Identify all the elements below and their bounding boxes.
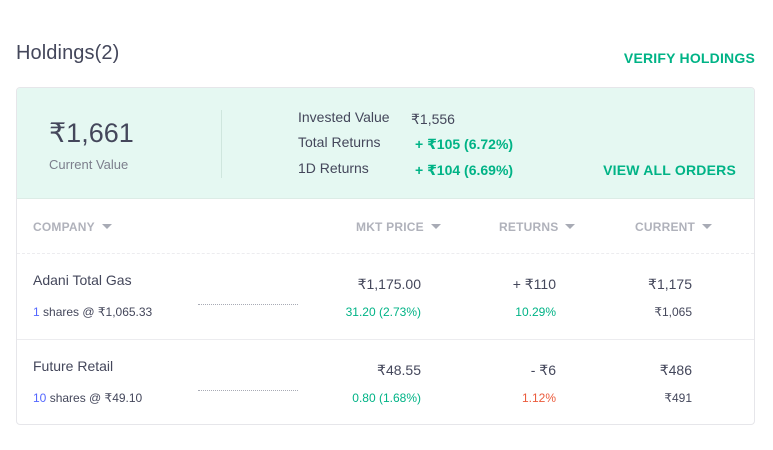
day-change: 31.20 (2.73%) xyxy=(345,305,421,319)
sort-current-header[interactable]: CURRENT xyxy=(635,220,713,234)
invested-amount: ₹1,065 xyxy=(654,305,692,319)
summary-divider xyxy=(221,110,222,178)
current-amount: ₹486 xyxy=(659,362,692,378)
shares-average-price: shares @ ₹49.10 xyxy=(46,391,143,405)
shares-average-price: shares @ ₹1,065.33 xyxy=(39,305,153,319)
holdings-header: Holdings(2) VERIFY HOLDINGS xyxy=(16,42,755,72)
holdings-table-header: COMPANY MKT PRICE RETURNS CURRENT xyxy=(17,199,754,254)
caret-down-icon xyxy=(702,224,713,229)
market-price: ₹1,175.00 xyxy=(357,276,421,292)
shares-count: 1 xyxy=(33,305,40,319)
current-value-amount: ₹1,661 xyxy=(49,118,134,148)
invested-value-amount: ₹1,556 xyxy=(411,111,455,127)
shares-count: 10 xyxy=(33,391,47,405)
view-all-orders-button[interactable]: VIEW ALL ORDERS xyxy=(603,162,736,178)
caret-down-icon xyxy=(430,224,441,229)
portfolio-summary: ₹1,661 Current Value Invested Value ₹1,5… xyxy=(17,88,754,199)
current-amount: ₹1,175 xyxy=(648,276,692,292)
invested-value-label: Invested Value xyxy=(298,109,390,125)
day-returns-label: 1D Returns xyxy=(298,160,369,176)
total-returns-label: Total Returns xyxy=(298,134,381,150)
invested-amount: ₹491 xyxy=(664,391,692,405)
column-label: COMPANY xyxy=(33,220,95,234)
row-dotted-separator xyxy=(198,304,298,305)
table-row[interactable]: Adani Total Gas 1 shares @ ₹1,065.33 ₹1,… xyxy=(17,254,754,340)
column-label: MKT PRICE xyxy=(356,220,424,234)
sort-mkt-price-header[interactable]: MKT PRICE xyxy=(356,220,441,234)
shares-info: 1 shares @ ₹1,065.33 xyxy=(33,305,152,319)
row-dotted-separator xyxy=(198,390,298,391)
market-price: ₹48.55 xyxy=(377,362,421,378)
holdings-page: Holdings(2) VERIFY HOLDINGS ₹1,661 Curre… xyxy=(0,0,773,450)
returns-percent: 1.12% xyxy=(521,391,556,405)
company-name[interactable]: Adani Total Gas xyxy=(33,272,132,288)
returns-percent: 10.29% xyxy=(515,305,556,319)
sort-company-header[interactable]: COMPANY xyxy=(33,220,112,234)
caret-down-icon xyxy=(101,224,112,229)
day-returns-amount: + ₹104 (6.69%) xyxy=(415,162,514,178)
column-label: RETURNS xyxy=(499,220,559,234)
caret-down-icon xyxy=(565,224,576,229)
total-returns-amount: + ₹105 (6.72%) xyxy=(415,136,514,152)
returns-amount: + ₹110 xyxy=(512,276,556,292)
table-row[interactable]: Future Retail 10 shares @ ₹49.10 ₹48.55 … xyxy=(17,340,754,424)
holdings-card: ₹1,661 Current Value Invested Value ₹1,5… xyxy=(16,87,755,425)
shares-info: 10 shares @ ₹49.10 xyxy=(33,391,142,405)
company-name[interactable]: Future Retail xyxy=(33,358,113,374)
returns-amount: - ₹6 xyxy=(530,362,556,378)
current-value-label: Current Value xyxy=(49,157,129,172)
page-title: Holdings(2) xyxy=(16,42,120,64)
day-change: 0.80 (1.68%) xyxy=(352,391,421,405)
verify-holdings-button[interactable]: VERIFY HOLDINGS xyxy=(624,50,755,66)
column-label: CURRENT xyxy=(635,220,696,234)
sort-returns-header[interactable]: RETURNS xyxy=(499,220,576,234)
